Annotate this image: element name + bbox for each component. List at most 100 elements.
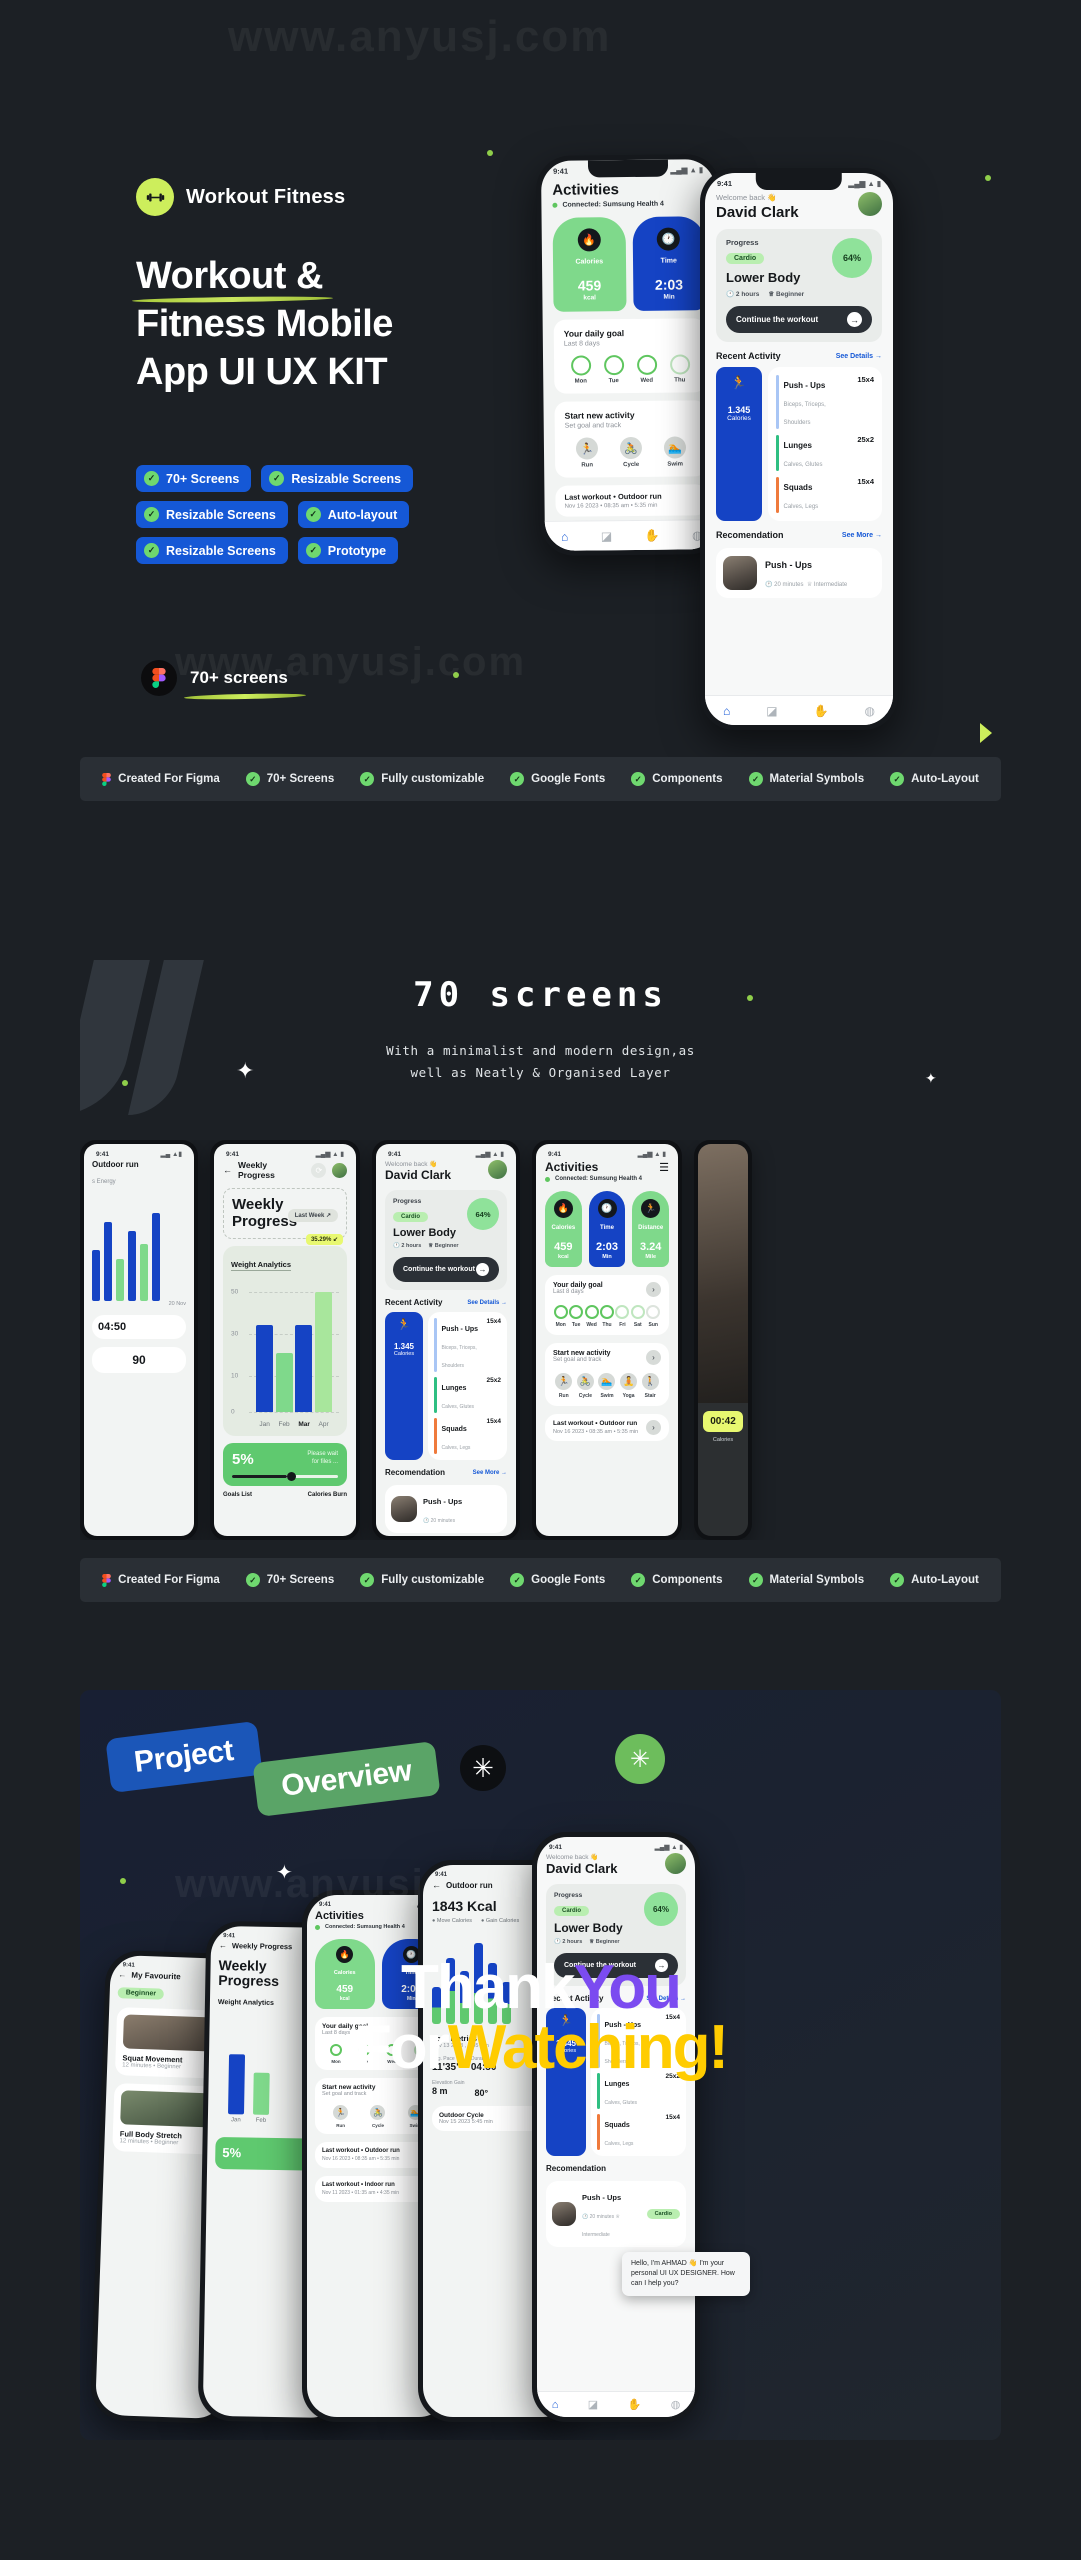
stat-value: 459: [577, 277, 602, 294]
activity-run[interactable]: 🏃 Run: [565, 437, 609, 469]
back-arrow-icon[interactable]: ←: [223, 1165, 232, 1175]
progress-slider[interactable]: [232, 1472, 338, 1481]
start-activity-card[interactable]: Start new activity Set goal and track › …: [545, 1343, 669, 1406]
stat-card-time[interactable]: 🕐 Time 2:03 Min: [632, 216, 706, 311]
exercise-name: Lunges: [783, 441, 812, 450]
slider-handle[interactable]: [287, 1472, 297, 1481]
continue-workout-button[interactable]: Continue the workout →: [726, 306, 872, 333]
back-arrow-icon[interactable]: ←: [432, 1880, 441, 1890]
stack-phone-home: 9:41 ▂▄▆ ▲ ▮ Welcome back 👋 David Clark P…: [532, 1832, 700, 2422]
activity-stair[interactable]: 🚶 Stair: [639, 1373, 661, 1399]
nav-chart-icon[interactable]: ◪: [766, 704, 777, 718]
exercise-row[interactable]: Push - Ups Biceps, Triceps, Shoulders 15x…: [434, 1318, 501, 1372]
progress-card[interactable]: Progress Cardio Lower Body 🕐 2 hours ♕ B…: [716, 229, 882, 342]
nav-chart-icon[interactable]: ◪: [601, 529, 612, 543]
nav-hand-icon[interactable]: ✋: [628, 2398, 642, 2411]
stat-card-calories[interactable]: 🔥 Calories 459 kcal: [552, 217, 627, 312]
exercise-row[interactable]: Lunges Calves, Glutes 25x2: [776, 435, 874, 471]
refresh-icon[interactable]: ⟳: [311, 1162, 327, 1178]
status-icons: ▂▄▆ ▲ ▮: [670, 165, 704, 175]
nav-profile-icon[interactable]: ◍: [864, 704, 874, 718]
daily-goal-card[interactable]: Your daily goal Last 8 days › Mon Tue We…: [545, 1275, 669, 1335]
recommendation-card[interactable]: Push - Ups 🕐 20 minutes: [385, 1485, 507, 1533]
recommendation-card[interactable]: Push - Ups 🕐 20 minutes ♕ Intermediate: [716, 548, 882, 598]
chevron-right-icon[interactable]: ›: [646, 1420, 661, 1435]
stat-card-time[interactable]: 🕐 Time 2:03 Min: [588, 1191, 626, 1267]
stat-card-distance[interactable]: 🏃 Distance 3.24 Mile: [632, 1191, 670, 1267]
footer-goals-list[interactable]: Goals List: [223, 1492, 252, 1498]
nav-profile-icon[interactable]: ◍: [671, 2398, 681, 2411]
nav-hand-icon[interactable]: ✋: [814, 704, 829, 718]
menu-icon[interactable]: ☰: [659, 1161, 669, 1174]
see-more-link[interactable]: See More →: [842, 532, 882, 539]
screens-gallery[interactable]: 9:41 ▂▄ ▲▮ Outdoor run s Energy 20 Nov 04…: [80, 1140, 1001, 1540]
last-workout-card[interactable]: Last workout • Outdoor run Nov 16 2023 •…: [555, 484, 708, 517]
exercise-row[interactable]: Lunges Calves, Glutes 25x2: [434, 1377, 501, 1413]
phone-notch: [587, 159, 669, 178]
gallery-card-run[interactable]: 9:41 ▂▄ ▲▮ Outdoor run s Energy 20 Nov 04…: [80, 1140, 198, 1540]
badge-resizable-screens[interactable]: ✓ Resizable Screens: [261, 465, 414, 492]
see-details-link[interactable]: See Details →: [836, 353, 882, 360]
check-icon: ✓: [748, 1573, 763, 1587]
nav-hand-icon[interactable]: ✋: [645, 528, 660, 542]
badge-prototype[interactable]: ✓ Prototype: [297, 537, 399, 564]
chevron-right-icon[interactable]: ›: [646, 1350, 661, 1365]
decor-dot: [747, 995, 753, 1001]
back-arrow-icon[interactable]: ←: [219, 1941, 227, 1950]
last-workout-card[interactable]: Last workout • Outdoor run Nov 16 2023 •…: [545, 1414, 669, 1441]
avatar[interactable]: [858, 192, 882, 216]
exercise-color-bar: [434, 1418, 437, 1454]
exercise-row[interactable]: Squads Calves, Legs 15x4: [776, 477, 874, 513]
recommendation-card[interactable]: Push - Ups 🕐 20 minutes ♕ Intermediate C…: [546, 2181, 686, 2247]
back-arrow-icon[interactable]: ←: [118, 1970, 126, 1979]
avatar[interactable]: [665, 1853, 686, 1874]
decor-dot: [487, 150, 493, 156]
nav-home-icon[interactable]: ⌂: [561, 529, 568, 543]
badge-70-screens[interactable]: ✓ 70+ Screens: [136, 465, 252, 492]
see-details-link[interactable]: See Details →: [467, 1300, 507, 1306]
avatar[interactable]: [332, 1162, 348, 1178]
hero-title-line1: Workout &: [136, 253, 323, 301]
activity-swim[interactable]: 🏊 Swim: [596, 1373, 618, 1399]
gallery-card-weekly-progress[interactable]: 9:41 ▂▄▆ ▲ ▮ ← Weekly Progress ⟳ Weekly Pr…: [210, 1140, 360, 1540]
activity-run[interactable]: 🏃 Run: [553, 1373, 575, 1399]
badge-auto-layout[interactable]: ✓ Auto-layout: [297, 501, 410, 528]
badge-resizable-screens-2[interactable]: ✓ Resizable Screens: [136, 501, 288, 528]
activity-cycle[interactable]: 🚴 Cycle: [609, 436, 653, 468]
daily-goal-card[interactable]: Your daily goal Last 8 days Mon Tue Wed …: [553, 318, 707, 394]
bottom-nav[interactable]: ⌂ ◪ ✋ ◍: [537, 2391, 695, 2417]
exercise-row[interactable]: Squads Calves, Legs 15x4: [434, 1418, 501, 1454]
nav-home-icon[interactable]: ⌂: [723, 704, 730, 718]
start-activity-card[interactable]: Start new activity Set goal and track 🏃 R…: [554, 400, 708, 478]
chevron-right-icon[interactable]: ›: [646, 1282, 661, 1297]
range-selector[interactable]: Last Week ↗: [287, 1209, 338, 1222]
workout-level: ♕ Beginner: [589, 1939, 620, 1945]
day-label: Thu: [602, 1322, 612, 1328]
continue-workout-button[interactable]: Continue the workout →: [393, 1257, 499, 1282]
activity-yoga[interactable]: 🧘 Yoga: [618, 1373, 640, 1399]
nav-home-icon[interactable]: ⌂: [552, 2399, 559, 2411]
exercise-row[interactable]: Squads Calves, Legs 15x4: [597, 2114, 680, 2150]
footer-calories-burn[interactable]: Calories Burn: [308, 1492, 347, 1498]
gallery-card-timer[interactable]: 00:42 Calories: [694, 1140, 752, 1540]
exercise-muscles: Biceps, Triceps, Shoulders: [783, 402, 826, 426]
badge-resizable-screens-3[interactable]: ✓ Resizable Screens: [136, 537, 288, 564]
activity-swim[interactable]: 🏊 Swim: [653, 436, 697, 468]
x-tick: Apr: [318, 1421, 329, 1428]
gallery-card-activities[interactable]: 9:41 ▂▄▆ ▲ ▮ Activities ☰ Connected: Sums…: [532, 1140, 682, 1540]
see-more-link[interactable]: See More →: [473, 1470, 507, 1476]
feature-label: Google Fonts: [531, 773, 606, 785]
bottom-nav[interactable]: ⌂ ◪ ✋ ◍: [544, 519, 720, 551]
avatar[interactable]: [488, 1160, 507, 1179]
stat-card-calories[interactable]: 🔥 Calories 459 kcal: [545, 1191, 582, 1267]
exercise-row[interactable]: Push - Ups Biceps, Triceps, Shoulders 15x…: [776, 375, 874, 429]
level-tag[interactable]: Beginner: [117, 1987, 165, 2000]
activity-cycle[interactable]: 🚴 Cycle: [575, 1373, 597, 1399]
score-card[interactable]: 90: [92, 1347, 186, 1373]
duration-card[interactable]: 04:50: [92, 1315, 186, 1339]
nav-chart-icon[interactable]: ◪: [588, 2398, 598, 2411]
bottom-nav[interactable]: ⌂ ◪ ✋ ◍: [705, 695, 893, 725]
gallery-card-home[interactable]: 9:41 ▂▄▆ ▲ ▮ Welcome back 👋 David Clark P…: [372, 1140, 520, 1540]
sparkle-icon: ✦: [276, 1862, 293, 1884]
progress-card[interactable]: Progress Cardio Lower Body 🕐 2 hours ♕ B…: [385, 1190, 507, 1290]
